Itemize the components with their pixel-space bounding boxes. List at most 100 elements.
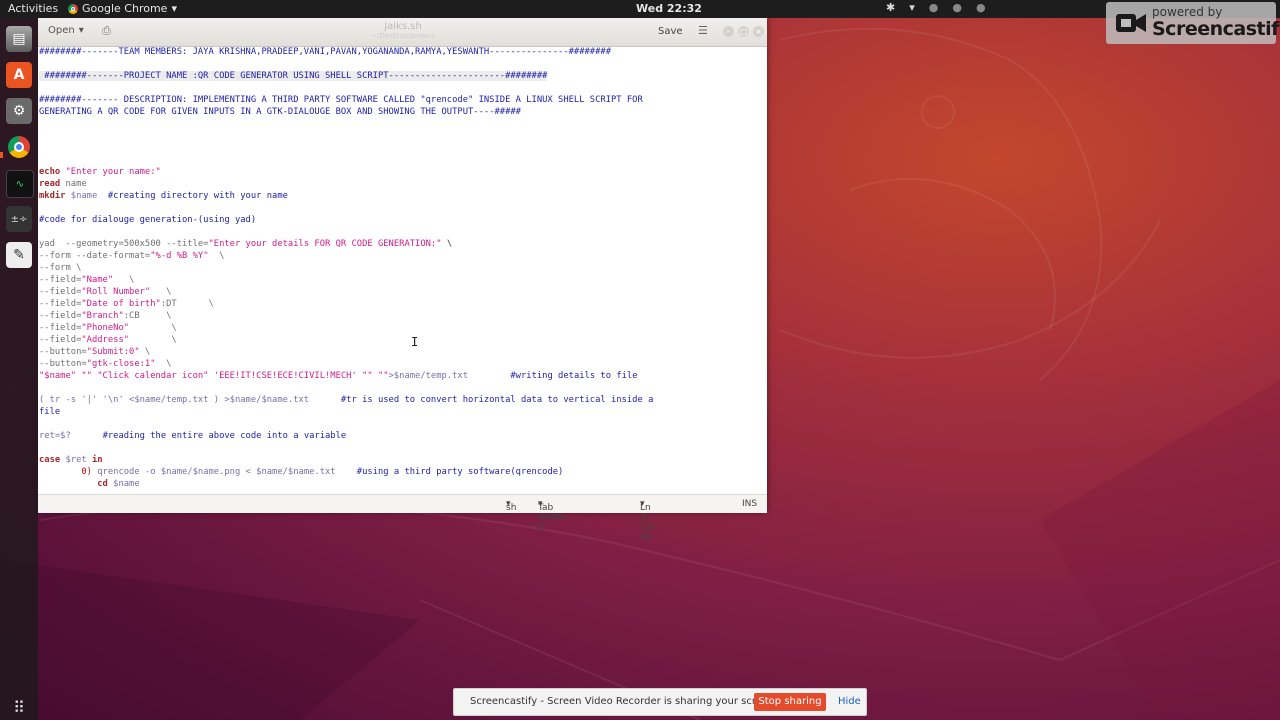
- powered-by-label: powered by: [1152, 5, 1223, 19]
- maximize-icon[interactable]: □: [738, 26, 749, 37]
- keyword: case: [39, 455, 61, 465]
- comment: #reading the entire above code into a va…: [102, 431, 347, 441]
- code-line: mkdir $name #creating directory with you…: [39, 190, 288, 202]
- language-selector[interactable]: sh ▾: [506, 499, 516, 513]
- chrome-icon: [68, 3, 78, 14]
- power-icon: ●: [975, 1, 986, 14]
- close-icon[interactable]: ×: [753, 26, 764, 37]
- keyword: mkdir: [39, 191, 66, 201]
- code-line: --form \: [39, 263, 82, 273]
- keyword: echo: [39, 167, 61, 177]
- argument: name: [65, 179, 87, 189]
- code-line: --field="Address" \: [39, 334, 177, 346]
- text-cursor-icon: I: [411, 335, 419, 349]
- new-document-icon[interactable]: ⎙: [102, 24, 111, 38]
- case-label: 0): [81, 467, 92, 477]
- hamburger-menu-icon[interactable]: ☰: [698, 24, 708, 37]
- calculator-icon[interactable]: ±÷: [6, 206, 32, 232]
- code-line: case $ret in: [39, 454, 103, 466]
- code-text: \: [155, 359, 172, 369]
- code-line: ret=$? #reading the entire above code in…: [39, 430, 346, 442]
- clock[interactable]: Wed 22:32: [636, 2, 702, 15]
- code-text: --button=: [39, 347, 87, 357]
- code-text: \: [208, 251, 225, 261]
- chrome-icon[interactable]: [6, 134, 32, 160]
- string: "Enter your details FOR QR CODE GENERATI…: [208, 239, 442, 249]
- code-line: file: [39, 407, 61, 417]
- code-line: ########-------PROJECT NAME :QR CODE GEN…: [39, 70, 548, 82]
- code-text: \: [129, 323, 177, 333]
- open-button[interactable]: Open ▾: [48, 25, 84, 36]
- code-text: --field=: [39, 335, 82, 345]
- code-line: --button="gtk-close:1" \: [39, 358, 171, 370]
- code-line: yad --geometry=500x500 --title="Enter yo…: [39, 238, 452, 250]
- code-line: ( tr -s '|' '\n' <$name/temp.txt ) >$nam…: [39, 394, 653, 406]
- keyword: cd: [97, 479, 108, 489]
- open-label: Open: [48, 25, 75, 36]
- code-line: "$name" "" "Click calendar icon" 'EEE!IT…: [39, 370, 638, 382]
- code-line: 0) qrencode -o $name/$name.png < $name/$…: [39, 466, 563, 478]
- code-line: --button="Submit:0" \: [39, 346, 150, 358]
- screencastify-badge: powered by Screencastify: [1106, 2, 1280, 44]
- code-line: echo "Enter your name:": [39, 166, 161, 178]
- settings-icon[interactable]: ⚙: [6, 98, 32, 124]
- string: "Date of birth": [81, 299, 161, 309]
- brand-name: Screencastify: [1152, 18, 1280, 40]
- file-path: ~/Desktop/project: [371, 32, 435, 40]
- string: "Name": [81, 275, 114, 285]
- cursor-position[interactable]: Ln 3, Col 66 ▾: [640, 499, 654, 543]
- code-line: --field="PhoneNo" \: [39, 322, 177, 334]
- code-text: --form --date-format=: [39, 251, 151, 261]
- comment: #tr is used to convert horizontal data t…: [340, 395, 654, 405]
- system-monitor-icon[interactable]: ∿: [6, 170, 34, 198]
- network-icon: ●: [928, 1, 939, 14]
- code-line: #code for dialouge generation-(using yad…: [39, 215, 257, 225]
- code-text: ########-------PROJECT NAME :QR CODE GEN…: [39, 71, 548, 81]
- code-text: \: [150, 287, 172, 297]
- comment: #writing details to file: [510, 371, 638, 381]
- string: "PhoneNo": [81, 323, 130, 333]
- save-button[interactable]: Save: [658, 26, 683, 37]
- dropdown-caret-icon[interactable]: ▾: [909, 1, 915, 14]
- code-text: --field=: [39, 275, 82, 285]
- string: "$name" "" "Click calendar icon" 'EEE!IT…: [39, 371, 389, 381]
- code-editor[interactable]: ########-------TEAM MEMBERS: JAYA KRISHN…: [39, 46, 766, 493]
- system-tray[interactable]: ✱ ▾ ● ● ●: [886, 1, 986, 14]
- code-text: \: [113, 275, 135, 285]
- code-line: --field="Roll Number" \: [39, 286, 171, 298]
- activities-button[interactable]: Activities: [8, 2, 58, 15]
- variable: $name: [113, 479, 140, 489]
- screen-sharing-bar: Screencastify - Screen Video Recorder is…: [453, 688, 867, 716]
- dock: ▤ A ⚙ ∿ ±÷ ✎ ⠿: [0, 18, 38, 720]
- chevron-down-icon: ▾: [78, 25, 84, 36]
- status-bar: sh ▾ Tab Width: 8 ▾ Ln 3, Col 66 ▾ INS: [38, 494, 767, 543]
- code-text: \: [129, 335, 177, 345]
- string: "Roll Number": [81, 287, 151, 297]
- accessibility-icon[interactable]: ✱: [886, 1, 895, 14]
- app-menu[interactable]: Google Chrome ▾: [68, 2, 177, 15]
- top-bar: Activities Google Chrome ▾ Wed 22:32 ✱ ▾…: [0, 0, 1280, 18]
- insert-mode: INS: [742, 499, 758, 509]
- string: "Submit:0": [86, 347, 140, 357]
- show-apps-icon[interactable]: ⠿: [6, 694, 32, 720]
- file-name: Jaiks.sh: [384, 21, 422, 32]
- app-menu-label: Google Chrome: [82, 2, 168, 15]
- stop-sharing-button[interactable]: Stop sharing: [754, 693, 826, 711]
- code-text: --field=: [39, 311, 82, 321]
- tab-width-selector[interactable]: Tab Width: 8 ▾: [538, 499, 567, 533]
- minimize-icon[interactable]: –: [723, 26, 734, 37]
- hide-button[interactable]: Hide: [838, 696, 861, 707]
- volume-icon: ●: [952, 1, 962, 14]
- software-center-icon[interactable]: A: [6, 62, 32, 88]
- chevron-down-icon: ▾: [171, 2, 177, 15]
- code-line: read name: [39, 178, 87, 190]
- keyword: read: [39, 179, 61, 189]
- code-line: --form --date-format="%-d %B %Y" \: [39, 250, 224, 262]
- keyword: in: [91, 455, 103, 465]
- text-editor-icon[interactable]: ✎: [6, 242, 32, 268]
- code-text: --field=: [39, 287, 82, 297]
- code-line: GENERATING A QR CODE FOR GIVEN INPUTS IN…: [39, 107, 521, 117]
- variable: $name: [70, 191, 98, 201]
- code-text: --field=: [39, 323, 82, 333]
- files-icon[interactable]: ▤: [6, 26, 32, 52]
